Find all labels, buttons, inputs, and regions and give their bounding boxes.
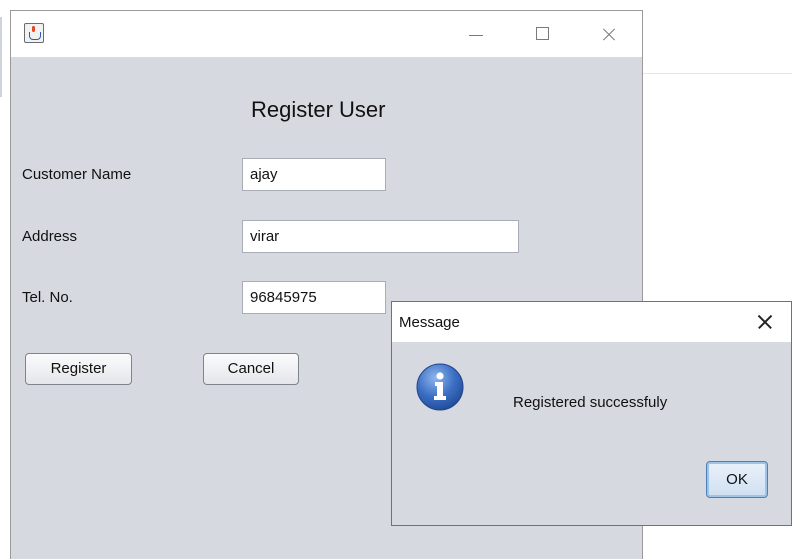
- java-cup-icon[interactable]: [24, 23, 44, 43]
- customer-name-label: Customer Name: [22, 166, 132, 183]
- minimize-button[interactable]: [457, 19, 497, 49]
- background-window-edge: [0, 17, 2, 97]
- customer-name-input[interactable]: ajay: [242, 158, 386, 191]
- tel-no-label: Tel. No.: [22, 289, 73, 306]
- background-divider: [640, 73, 792, 74]
- dialog-message: Registered successfuly: [513, 394, 668, 411]
- address-label: Address: [22, 228, 78, 245]
- address-input[interactable]: virar: [242, 220, 519, 253]
- dialog-close-button[interactable]: [750, 308, 780, 336]
- window-close-button[interactable]: [589, 19, 629, 49]
- info-icon: [416, 363, 464, 411]
- tel-no-input[interactable]: 96845975: [242, 281, 386, 314]
- maximize-button[interactable]: [523, 19, 563, 49]
- ok-button[interactable]: OK: [706, 461, 768, 498]
- dialog-title: Message: [399, 314, 460, 331]
- message-dialog: Message Registered successfuly OK: [391, 301, 792, 526]
- form-heading: Register User: [251, 97, 386, 122]
- window-titlebar[interactable]: [11, 11, 642, 57]
- register-button[interactable]: Register: [25, 353, 132, 385]
- dialog-titlebar[interactable]: Message: [392, 302, 791, 342]
- cancel-button[interactable]: Cancel: [203, 353, 299, 385]
